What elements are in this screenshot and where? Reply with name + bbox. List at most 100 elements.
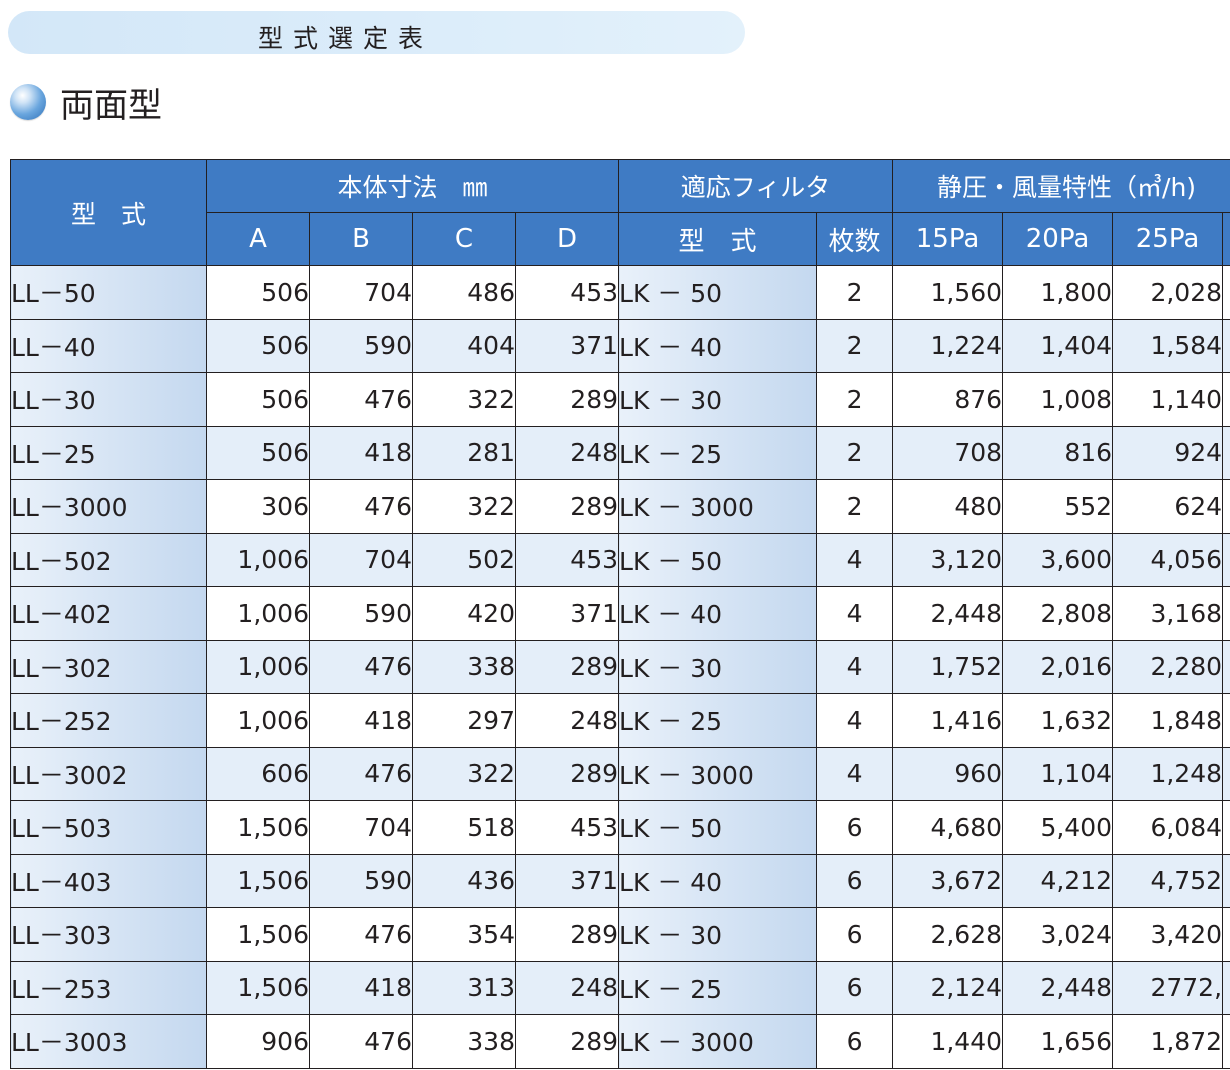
cell-count: 2 [816,479,894,534]
cell-a: 906 [206,1014,310,1069]
banner-title: 型式選定表 [258,24,434,53]
table-row: LL－40 506 590 404 371 LK － 40 2 1,224 1,… [10,318,1230,373]
cell-p15: 2,124 [892,960,1004,1015]
cell-model: LL－253 [10,960,207,1015]
cell-p20: 3,024 [1002,907,1114,962]
cell-d: 248 [514,693,620,748]
cell-p15: 2,448 [892,586,1004,641]
cell-filter: LK － 40 [618,853,818,908]
cell-filter: LK － 30 [618,639,818,694]
cell-count: 2 [816,425,894,480]
cell-b: 476 [309,372,413,427]
cell-model: LL－403 [10,853,207,908]
cell-c: 313 [412,960,516,1015]
cell-p20: 1,104 [1002,746,1114,801]
table-row: LL－50 506 704 486 453 LK － 50 2 1,560 1,… [10,265,1230,320]
cell-count: 6 [816,1014,894,1069]
cell-c: 518 [412,800,516,855]
cell-p20: 1,800 [1002,265,1114,320]
cell-overflow [1222,265,1230,320]
header-overflow [1222,212,1230,266]
cell-p20: 2,016 [1002,639,1114,694]
cell-p25: 3,420 [1112,907,1224,962]
cell-p25: 2,028 [1112,265,1224,320]
cell-a: 1,006 [206,693,310,748]
cell-filter: LK － 3000 [618,746,818,801]
cell-c: 338 [412,639,516,694]
cell-model: LL－25 [10,425,207,480]
cell-overflow [1222,479,1230,534]
table-row: LL－30 506 476 322 289 LK － 30 2 876 1,00… [10,372,1230,427]
cell-p20: 5,400 [1002,800,1114,855]
cell-p15: 3,120 [892,532,1004,587]
cell-p20: 2,808 [1002,586,1114,641]
table-row: LL－3000 306 476 322 289 LK － 3000 2 480 … [10,479,1230,534]
cell-p20: 1,632 [1002,693,1114,748]
cell-p20: 816 [1002,425,1114,480]
cell-c: 420 [412,586,516,641]
cell-a: 1,506 [206,800,310,855]
cell-p15: 1,560 [892,265,1004,320]
cell-overflow [1222,1014,1230,1069]
cell-model: LL－303 [10,907,207,962]
cell-filter: LK － 40 [618,318,818,373]
cell-model: LL－252 [10,693,207,748]
table-row: LL－25 506 418 281 248 LK － 25 2 708 816 … [10,425,1230,480]
cell-filter: LK － 50 [618,265,818,320]
cell-p15: 1,224 [892,318,1004,373]
cell-p15: 2,628 [892,907,1004,962]
cell-c: 322 [412,479,516,534]
header-p20: 20Pa [1002,212,1114,266]
table-row: LL－252 1,006 418 297 248 LK － 25 4 1,416… [10,693,1230,748]
header-p15: 15Pa [892,212,1004,266]
cell-c: 338 [412,1014,516,1069]
cell-model: LL－3002 [10,746,207,801]
cell-model: LL－3000 [10,479,207,534]
table-row: LL－402 1,006 590 420 371 LK － 40 4 2,448… [10,586,1230,641]
cell-p25: 624 [1112,479,1224,534]
cell-c: 436 [412,853,516,908]
cell-b: 704 [309,265,413,320]
cell-p20: 1,008 [1002,372,1114,427]
cell-count: 4 [816,693,894,748]
cell-filter: LK － 25 [618,425,818,480]
cell-a: 506 [206,318,310,373]
table-row: LL－403 1,506 590 436 371 LK － 40 6 3,672… [10,853,1230,908]
cell-overflow [1222,372,1230,427]
cell-p15: 4,680 [892,800,1004,855]
cell-b: 476 [309,639,413,694]
cell-p15: 1,416 [892,693,1004,748]
cell-d: 289 [514,372,620,427]
cell-b: 418 [309,693,413,748]
cell-count: 6 [816,853,894,908]
cell-overflow [1222,318,1230,373]
cell-count: 4 [816,586,894,641]
bullet-sphere-icon [10,84,46,120]
cell-overflow [1222,853,1230,908]
cell-b: 476 [309,479,413,534]
cell-filter: LK － 25 [618,960,818,1015]
cell-p25: 1,848 [1112,693,1224,748]
cell-d: 289 [514,1014,620,1069]
cell-a: 506 [206,265,310,320]
cell-c: 322 [412,372,516,427]
header-dim-a: A [206,212,310,266]
cell-model: LL－30 [10,372,207,427]
table-row: LL－3002 606 476 322 289 LK － 3000 4 960 … [10,746,1230,801]
cell-c: 281 [412,425,516,480]
cell-overflow [1222,639,1230,694]
cell-d: 453 [514,265,620,320]
cell-p15: 1,752 [892,639,1004,694]
cell-p25: 2,280 [1112,639,1224,694]
cell-d: 248 [514,960,620,1015]
cell-overflow [1222,907,1230,962]
cell-overflow [1222,586,1230,641]
cell-c: 322 [412,746,516,801]
cell-d: 248 [514,425,620,480]
cell-d: 289 [514,479,620,534]
cell-a: 306 [206,479,310,534]
header-dimensions: 本体寸法 ㎜ [205,159,620,213]
cell-overflow [1222,800,1230,855]
cell-p15: 480 [892,479,1004,534]
table-row: LL－302 1,006 476 338 289 LK － 30 4 1,752… [10,639,1230,694]
